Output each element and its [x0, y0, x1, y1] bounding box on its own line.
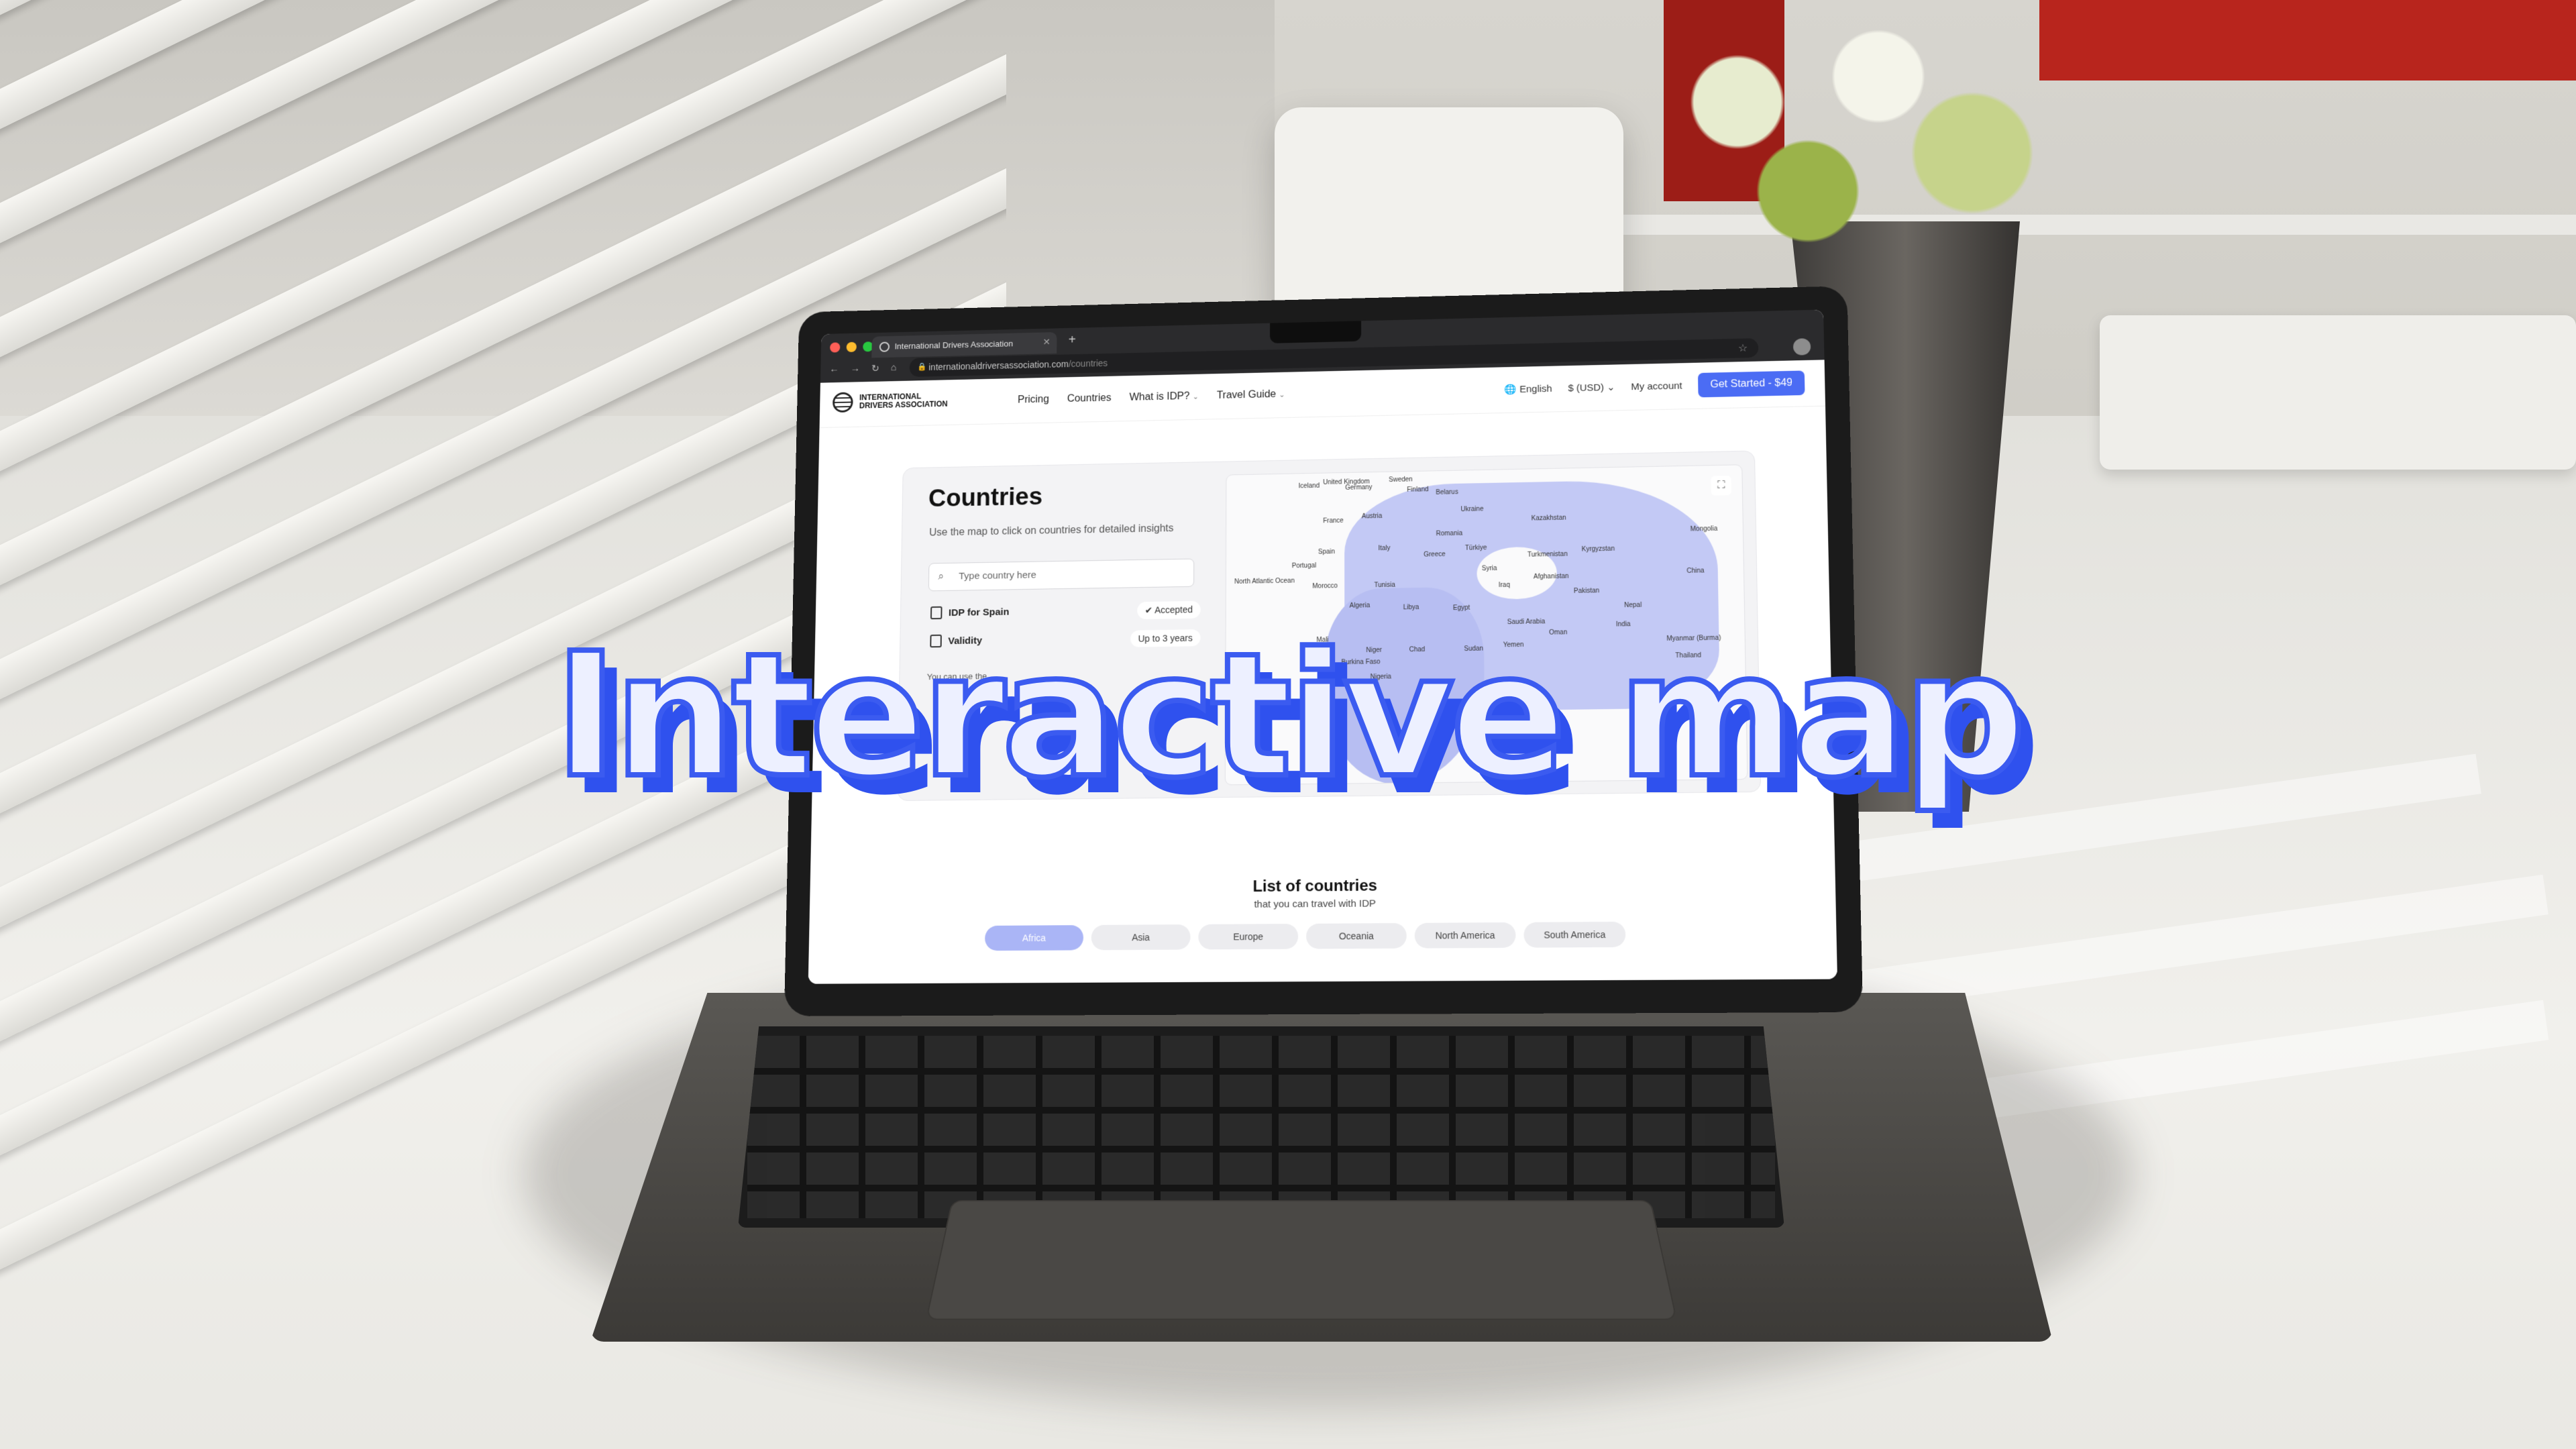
chevron-down-icon: ⌄	[1279, 391, 1285, 399]
map-country-label[interactable]: Mongolia	[1690, 525, 1718, 533]
map-country-label[interactable]: Romania	[1436, 530, 1463, 537]
headline-overlay: Interactive map	[0, 631, 2576, 802]
map-country-label[interactable]: North Atlantic Ocean	[1234, 578, 1295, 586]
search-placeholder: Type country here	[959, 570, 1036, 582]
nav-countries[interactable]: Countries	[1067, 392, 1112, 405]
map-country-label[interactable]: Algeria	[1350, 602, 1371, 610]
region-tabs: Africa Asia Europe Oceania North America…	[985, 922, 1626, 951]
lock-icon: 🔒	[917, 362, 926, 371]
nav-pricing[interactable]: Pricing	[1018, 394, 1049, 406]
tab-south-america[interactable]: South America	[1523, 922, 1625, 948]
map-country-label[interactable]: Egypt	[1453, 604, 1470, 612]
map-country-label[interactable]: Iraq	[1499, 582, 1510, 589]
map-country-label[interactable]: Pakistan	[1574, 587, 1599, 594]
map-country-label[interactable]: China	[1686, 568, 1704, 575]
page-subtitle: Use the map to click on countries for de…	[929, 522, 1175, 541]
map-country-label[interactable]: Morocco	[1312, 583, 1338, 590]
window-controls	[830, 341, 873, 352]
map-country-label[interactable]: Austria	[1362, 513, 1383, 520]
nav-travel-guide[interactable]: Travel Guide ⌄	[1217, 388, 1285, 401]
red-panel	[2039, 0, 2576, 80]
new-tab-icon[interactable]: +	[1069, 333, 1076, 347]
map-country-label[interactable]: Syria	[1482, 565, 1497, 572]
map-country-label[interactable]: Türkiye	[1465, 544, 1487, 551]
site-logo[interactable]: INTERNATIONAL DRIVERS ASSOCIATION	[833, 389, 1000, 413]
globe-logo-icon	[833, 392, 853, 413]
status-value: Accepted	[1155, 604, 1193, 615]
map-country-label[interactable]: Nepal	[1624, 602, 1642, 609]
forward-icon[interactable]: →	[851, 363, 861, 374]
tab-europe[interactable]: Europe	[1198, 924, 1298, 949]
currency-label: $ (USD)	[1568, 382, 1604, 394]
photo-scene: International Drivers Association ✕ + ← …	[0, 0, 2576, 1449]
trackpad	[926, 1200, 1677, 1320]
back-icon[interactable]: ←	[829, 364, 839, 375]
language-selector[interactable]: 🌐 English	[1505, 382, 1552, 395]
get-started-button[interactable]: Get Started - $49	[1698, 370, 1805, 397]
browser-tab[interactable]: International Drivers Association ✕	[871, 332, 1057, 358]
map-country-label[interactable]: Afghanistan	[1534, 573, 1569, 581]
tab-north-america[interactable]: North America	[1415, 922, 1516, 949]
flowers	[1597, 0, 2066, 255]
logo-line-2: DRIVERS ASSOCIATION	[859, 399, 1000, 411]
camera-notch	[1270, 321, 1361, 343]
map-country-label[interactable]: France	[1323, 517, 1344, 525]
close-tab-icon[interactable]: ✕	[1043, 337, 1051, 347]
keyboard	[738, 1026, 1784, 1228]
logo-text: INTERNATIONAL DRIVERS ASSOCIATION	[859, 390, 1000, 410]
map-country-label[interactable]: Sweden	[1389, 476, 1413, 484]
my-account-link[interactable]: My account	[1631, 380, 1682, 392]
check-icon: ✔	[1145, 605, 1153, 616]
language-label: English	[1519, 383, 1552, 394]
header-actions: 🌐 English $ (USD) ⌄ My account Get Start…	[1504, 370, 1805, 401]
keyboard-rows	[747, 1036, 1775, 1218]
page-title: Countries	[928, 484, 1043, 513]
map-country-label[interactable]: Ukraine	[1460, 506, 1483, 513]
tab-africa[interactable]: Africa	[985, 925, 1083, 951]
minimize-window-button[interactable]	[847, 342, 857, 352]
map-country-label[interactable]: Germany	[1345, 484, 1372, 492]
map-country-label[interactable]: Tunisia	[1374, 582, 1395, 589]
map-country-label[interactable]: Greece	[1424, 551, 1445, 558]
url-host: internationaldriversassociation.com	[928, 359, 1069, 372]
tab-title: International Drivers Association	[894, 339, 1013, 351]
map-country-label[interactable]: Finland	[1407, 486, 1428, 494]
power-strip	[2100, 315, 2576, 470]
tab-asia[interactable]: Asia	[1091, 924, 1191, 950]
country-search-input[interactable]: ⌕ Type country here	[928, 559, 1194, 592]
map-country-label[interactable]: Belarus	[1436, 488, 1458, 496]
map-country-label[interactable]: Italy	[1378, 545, 1390, 552]
tab-oceania[interactable]: Oceania	[1306, 923, 1407, 949]
map-country-label[interactable]: Kazakhstan	[1532, 515, 1566, 523]
browser-nav: ← → ↻ ⌂	[829, 362, 896, 375]
home-icon[interactable]: ⌂	[891, 362, 897, 374]
map-country-label[interactable]: Libya	[1403, 604, 1419, 611]
chevron-down-icon: ⌄	[1607, 382, 1615, 393]
map-country-label[interactable]: Kyrgyzstan	[1582, 545, 1615, 553]
currency-selector[interactable]: $ (USD) ⌄	[1568, 381, 1615, 394]
globe-icon: 🌐	[1505, 384, 1517, 396]
main-nav: Pricing Countries What is IDP? ⌄ Travel …	[1018, 388, 1285, 406]
map-country-label[interactable]: Turkmenistan	[1527, 550, 1568, 558]
map-country-label[interactable]: Portugal	[1292, 562, 1317, 570]
map-country-label[interactable]: Spain	[1318, 549, 1335, 556]
map-country-label[interactable]: Iceland	[1299, 482, 1320, 490]
chevron-down-icon: ⌄	[1193, 393, 1199, 401]
close-window-button[interactable]	[830, 342, 840, 352]
url-path: /countries	[1069, 358, 1108, 369]
search-icon: ⌕	[938, 571, 944, 582]
bookmark-star-icon[interactable]: ☆	[1738, 341, 1748, 354]
globe-icon	[879, 341, 890, 352]
nav-what-is-idp[interactable]: What is IDP? ⌄	[1129, 390, 1198, 403]
nav-what-is-idp-label: What is IDP?	[1129, 391, 1189, 403]
reload-icon[interactable]: ↻	[871, 363, 879, 374]
profile-avatar[interactable]	[1793, 338, 1811, 356]
fullscreen-icon[interactable]: ⛶	[1711, 476, 1731, 496]
nav-travel-guide-label: Travel Guide	[1217, 389, 1276, 401]
